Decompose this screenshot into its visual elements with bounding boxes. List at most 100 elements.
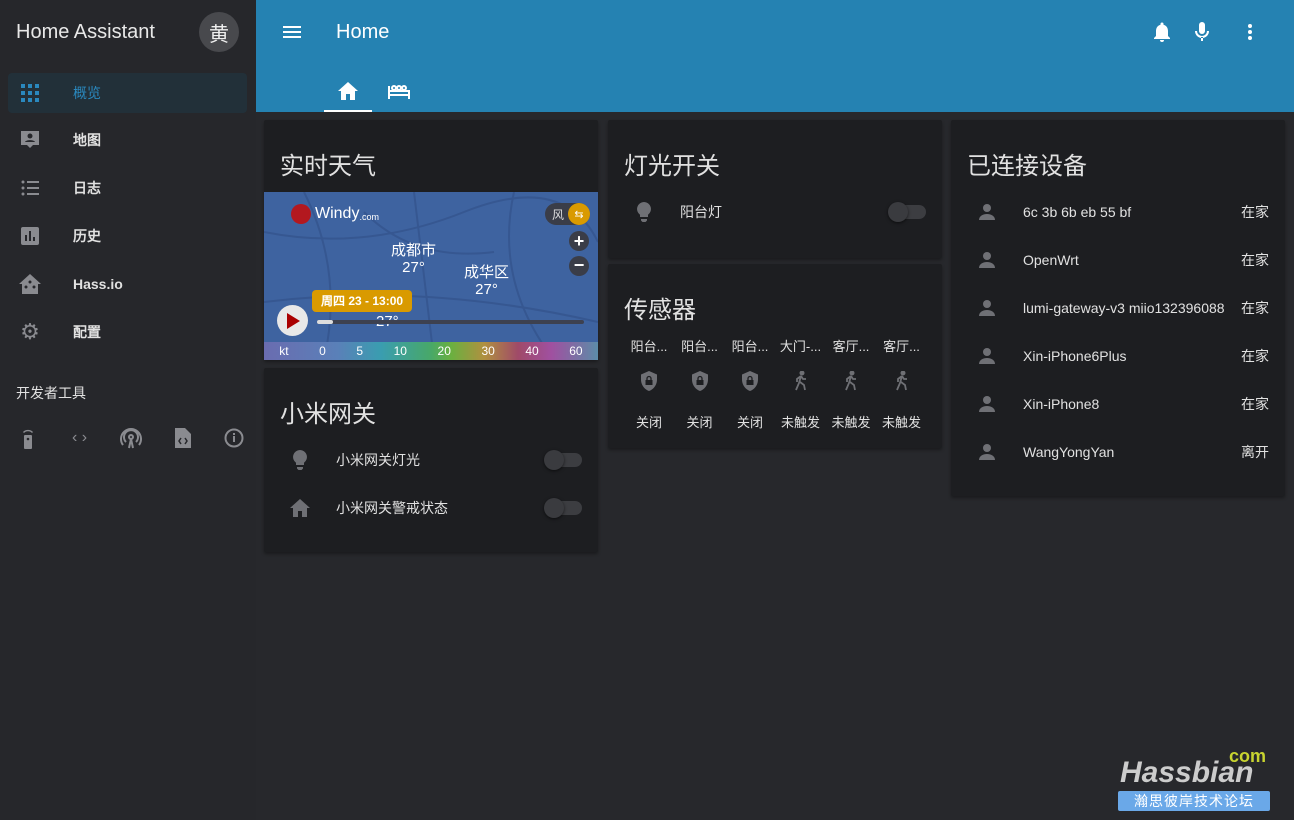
sensor-name: 阳台... — [630, 339, 668, 354]
apps-icon — [18, 81, 42, 105]
lightbulb-icon — [280, 450, 320, 470]
entity-row: 小米网关灯光 — [280, 440, 582, 480]
card-title: 已连接设备 — [967, 153, 1087, 180]
walk-icon — [776, 371, 826, 395]
sensor-state: 未触发 — [881, 415, 921, 430]
menu-icon[interactable] — [280, 20, 304, 49]
sidebar: Home Assistant 黄 概览 地图 日志 历史 Hass.io ⚙ 配… — [0, 0, 256, 820]
windy-logo-icon — [291, 204, 311, 224]
remote-icon[interactable] — [16, 426, 40, 450]
device-state: 离开 — [1241, 444, 1269, 460]
microphone-icon[interactable] — [1190, 20, 1214, 49]
device-state: 在家 — [1241, 348, 1269, 364]
device-state: 在家 — [1241, 204, 1269, 220]
lights-card: 灯光开关 阳台灯 — [608, 120, 942, 258]
device-row[interactable]: 6c 3b 6b eb 55 bf 在家 — [967, 192, 1269, 232]
device-row[interactable]: lumi-gateway-v3 miio132396088 在家 — [967, 288, 1269, 328]
device-name: Xin-iPhone6Plus — [1023, 348, 1127, 364]
app-title: Home Assistant — [16, 20, 155, 43]
sensor-badge[interactable]: 客厅... 未触发 — [826, 336, 876, 431]
sensor-badge[interactable]: 阳台... 关闭 — [624, 336, 674, 431]
account-icon — [967, 444, 1007, 460]
sensor-badge[interactable]: 阳台... 关闭 — [725, 336, 775, 431]
home-icon — [280, 499, 320, 517]
avatar[interactable]: 黄 — [199, 12, 239, 52]
device-name: OpenWrt — [1023, 252, 1079, 268]
sensor-state: 关闭 — [635, 415, 662, 430]
device-row[interactable]: Xin-iPhone6Plus 在家 — [967, 336, 1269, 376]
sensor-state: 关闭 — [686, 415, 713, 430]
device-state: 在家 — [1241, 396, 1269, 412]
sensor-badge[interactable]: 客厅... 未触发 — [877, 336, 927, 431]
gear-icon: ⚙ — [20, 319, 40, 344]
windy-map[interactable]: Windy.com 风 ⇆ + − 成都市27° 成华区27° 27° 周四 2… — [264, 192, 598, 360]
timeline-slider[interactable] — [317, 320, 584, 324]
weather-card: 实时天气 Windy.com 风 ⇆ + − 成都市27° 成华区27° 27°… — [264, 120, 598, 360]
shield-lock-icon — [624, 371, 674, 395]
sensor-badge[interactable]: 阳台... 关闭 — [675, 336, 725, 431]
account-icon — [967, 252, 1007, 268]
play-button[interactable] — [277, 305, 308, 336]
sidebar-item-hassio[interactable]: Hass.io — [8, 264, 247, 304]
sidebar-item-config[interactable]: ⚙ 配置 — [8, 312, 247, 352]
devices-card: 已连接设备 6c 3b 6b eb 55 bf 在家 OpenWrt 在家 lumi-g… — [951, 120, 1285, 496]
xiaomi-gateway-card: 小米网关 小米网关灯光 小米网关警戒状态 — [264, 368, 598, 552]
tab-home[interactable] — [324, 72, 372, 112]
sensor-name: 客厅... — [832, 339, 870, 354]
dev-tools-title: 开发者工具 — [16, 385, 86, 401]
card-title: 实时天气 — [280, 153, 376, 180]
sensors-card: 传感器 阳台... 关闭 阳台... 关闭 阳台... 关闭 大门-... 未触发 客厅... 未… — [608, 264, 942, 448]
sidebar-item-map[interactable]: 地图 — [8, 120, 247, 160]
toggle-switch[interactable] — [888, 202, 926, 222]
hassio-icon — [18, 272, 42, 296]
device-name: WangYongYan — [1023, 444, 1115, 460]
shield-lock-icon — [725, 371, 775, 395]
sensor-state: 关闭 — [736, 415, 763, 430]
antenna-icon[interactable] — [119, 426, 143, 450]
walk-icon — [877, 371, 927, 395]
sensor-name: 客厅... — [883, 339, 920, 354]
zoom-in-button[interactable]: + — [569, 231, 589, 251]
more-vert-icon[interactable] — [1238, 20, 1262, 49]
wind-layer-button[interactable]: 风 ⇆ — [545, 203, 590, 225]
account-icon — [967, 396, 1007, 412]
sidebar-item-overview[interactable]: 概览 — [8, 73, 247, 113]
device-state: 在家 — [1241, 300, 1269, 316]
sidebar-item-history[interactable]: 历史 — [8, 216, 247, 256]
entity-row: 阳台灯 — [624, 192, 926, 232]
tab-bedroom[interactable] — [375, 72, 423, 112]
bell-icon[interactable] — [1150, 20, 1174, 49]
zoom-out-button[interactable]: − — [569, 256, 589, 276]
shield-lock-icon — [675, 371, 725, 395]
sensor-badge[interactable]: 大门-... 未触发 — [776, 336, 826, 431]
toggle-switch[interactable] — [544, 498, 582, 518]
device-row[interactable]: WangYongYan 离开 — [967, 432, 1269, 472]
device-state: 在家 — [1241, 252, 1269, 268]
toggle-switch[interactable] — [544, 450, 582, 470]
map-account-icon — [18, 128, 42, 152]
code-icon[interactable]: ‹ › — [68, 426, 92, 450]
card-title: 灯光开关 — [624, 153, 720, 180]
account-icon — [967, 204, 1007, 220]
sensor-state: 未触发 — [780, 415, 820, 430]
device-name: 6c 3b 6b eb 55 bf — [1023, 204, 1132, 220]
city-label: 成华区 27° — [464, 264, 510, 298]
wind-icon: ⇆ — [568, 203, 590, 225]
page-title: Home — [336, 21, 390, 43]
device-row[interactable]: Xin-iPhone8 在家 — [967, 384, 1269, 424]
walk-icon — [826, 371, 876, 395]
device-name: lumi-gateway-v3 miio132396088 — [1023, 300, 1225, 316]
app-header: Home — [256, 0, 1294, 112]
file-code-icon[interactable] — [171, 426, 195, 450]
account-icon — [967, 300, 1007, 316]
device-row[interactable]: OpenWrt 在家 — [967, 240, 1269, 280]
device-name: Xin-iPhone8 — [1023, 396, 1100, 412]
account-icon — [967, 348, 1007, 364]
sidebar-item-logbook[interactable]: 日志 — [8, 168, 247, 208]
hassbian-watermark: com Hassbian 瀚思彼岸技术论坛 — [1118, 746, 1270, 812]
lightbulb-icon — [624, 202, 664, 222]
wind-scale-legend: kt 0 5 10 20 30 40 60 — [264, 342, 598, 360]
chart-bar-icon — [18, 224, 42, 248]
info-icon[interactable] — [222, 426, 246, 450]
sensor-name: 阳台... — [731, 339, 769, 354]
